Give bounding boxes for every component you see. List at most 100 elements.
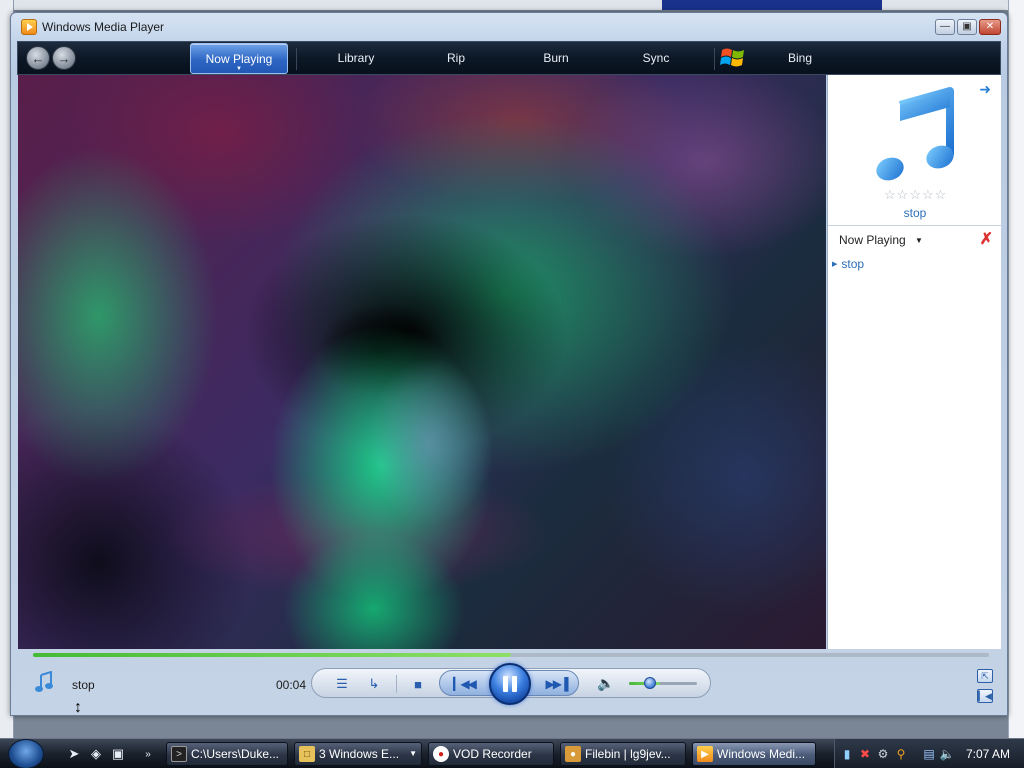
network-icon[interactable]: ▤ [921,746,937,762]
start-button[interactable] [8,739,44,768]
tab-burn[interactable]: Burn [508,42,604,74]
taskbar-item-label: 3 Windows E... [319,747,400,761]
tab-library[interactable]: Library [308,42,404,74]
music-note-icon [35,671,53,692]
windows-logo-icon[interactable] [720,46,746,70]
seek-progress [33,653,511,657]
tab-label: Bing [787,51,813,65]
tray-app-icon[interactable]: ▮ [839,746,855,762]
volume-slider[interactable] [629,682,697,685]
shuffle-button[interactable]: ☰ [332,675,352,693]
star-icon[interactable]: ☆ [884,187,896,203]
minimize-button[interactable]: — [935,19,955,35]
taskbar: ➤ ◈ ▣ » > C:\Users\Duke... □ 3 Windows E… [0,738,1024,768]
speaker-icon: 🔈 [597,674,615,691]
firefox-icon: ● [565,746,581,762]
taskbar-item-cmd[interactable]: > C:\Users\Duke... [166,742,288,766]
album-title[interactable]: stop [828,206,1002,220]
visualization-area[interactable] [18,75,826,649]
close-icon: ✕ [985,21,995,32]
previous-button[interactable]: ▎◀◀ [450,675,478,693]
maximize-button[interactable]: ▣ [957,19,977,35]
taskbar-item-label: Windows Medi... [717,747,806,761]
tab-label: Rip [446,51,465,65]
next-button[interactable]: ▶▶▐ [542,675,570,693]
window-controls: — ▣ ✕ [935,19,1001,35]
pause-icon-bar [512,676,517,692]
divider [396,675,397,693]
back-button[interactable]: ← [26,46,50,70]
tab-sync[interactable]: Sync [608,42,704,74]
media-player-icon [21,19,37,35]
tray-tool-icon[interactable]: ⚙ [875,746,891,762]
divider [828,225,1002,226]
tab-label: Library [337,51,375,65]
navigation-bar: ← → Now Playing ▼ Library Rip Burn Sync … [17,41,1001,75]
switch-view-icon: ⇱ [981,670,989,681]
close-button[interactable]: ✕ [979,19,1001,35]
current-track-name: stop [72,678,95,692]
next-icon: ▶▶▐ [545,677,569,691]
show-desktop-icon[interactable]: ▣ [110,746,126,762]
music-note-icon [876,87,954,181]
playlist-item[interactable]: ▶ stop [832,257,864,271]
tab-label: Sync [642,51,670,65]
quick-launch-shortcut-icon[interactable]: ➤ [66,746,82,762]
minimize-icon: — [940,21,950,32]
folder-icon: □ [299,746,315,762]
tab-now-playing[interactable]: Now Playing ▼ [190,43,288,74]
pause-button[interactable] [489,663,531,705]
taskbar-item-label: C:\Users\Duke... [191,747,280,761]
clear-list-icon[interactable]: ✗ [980,229,993,249]
chevron-down-icon: ▼ [409,749,417,758]
rating-stars[interactable]: ☆ ☆ ☆ ☆ ☆ [884,187,946,203]
background-window-titlebar [662,0,882,10]
stop-button[interactable]: ■ [408,675,428,693]
volume-icon[interactable]: 🔈 [939,746,955,762]
background-window-strip [14,0,1008,10]
search-icon[interactable]: ⚲ [893,746,909,762]
playlist-item-label: stop [841,257,865,271]
switch-to-library-button[interactable]: ⇱ [977,669,993,683]
title-bar[interactable]: Windows Media Player — ▣ ✕ [11,13,1007,41]
star-icon[interactable]: ☆ [897,187,909,203]
mute-button[interactable]: 🔈 [596,674,616,692]
quick-launch-more-icon[interactable]: » [140,746,156,762]
taskbar-item-explorer[interactable]: □ 3 Windows E... ▼ [294,742,422,766]
now-playing-dropdown[interactable]: Now Playing [839,233,906,247]
forward-arrow-icon: → [57,50,71,66]
seek-bar[interactable] [33,653,989,657]
forward-button[interactable]: → [52,46,76,70]
skin-mode-button[interactable]: ▎◀ [977,689,993,703]
star-icon[interactable]: ☆ [935,187,947,203]
list-pane: ➜ ☆ ☆ ☆ ☆ ☆ stop Now Playing ▼ ✗ ▶ stop [827,75,1002,649]
maximize-icon: ▣ [962,21,972,32]
taskbar-item-vod-recorder[interactable]: ● VOD Recorder [428,742,554,766]
star-icon[interactable]: ☆ [922,187,934,203]
repeat-button[interactable]: ↳ [364,675,384,693]
tab-label: Burn [543,51,569,65]
media-player-window: Windows Media Player — ▣ ✕ ← → Now Playi… [10,12,1008,716]
taskbar-item-label: VOD Recorder [453,747,532,761]
chevron-down-icon[interactable]: ▼ [915,236,923,245]
cmd-icon: > [171,746,187,762]
taskbar-item-browser[interactable]: ● Filebin | lg9jev... [560,742,686,766]
quick-launch-firewall-icon[interactable]: ◈ [88,746,104,762]
nav-divider [714,48,715,70]
tab-label: Now Playing [205,51,273,66]
back-arrow-icon: ← [31,50,45,66]
elapsed-time[interactable]: 00:04 [276,678,306,692]
star-icon[interactable]: ☆ [909,187,921,203]
tab-bing[interactable]: Bing [752,42,848,74]
taskbar-item-media-player[interactable]: ▶ Windows Medi... [692,742,816,766]
volume-slider-handle[interactable] [643,677,656,689]
nav-divider [296,48,297,70]
tab-rip[interactable]: Rip [408,42,504,74]
background-window-right [1008,0,1024,740]
system-tray: ▮ ✖ ⚙ ⚲ ▤ 🔈 7:07 AM [834,739,1024,768]
clock[interactable]: 7:07 AM [966,747,1010,761]
security-alert-icon[interactable]: ✖ [857,746,873,762]
playing-indicator-icon: ▶ [832,261,838,268]
resize-cursor-icon: ↕ [74,699,82,716]
expand-arrow-icon[interactable]: ➜ [979,81,991,98]
